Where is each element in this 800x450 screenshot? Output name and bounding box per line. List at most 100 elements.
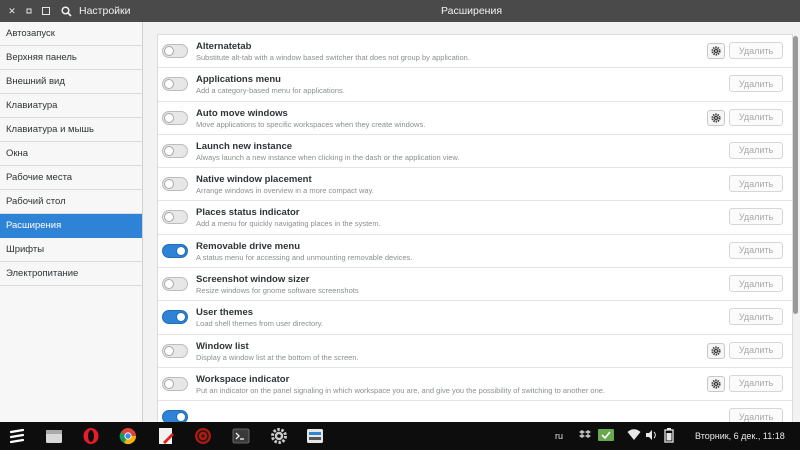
title-bar: ✕ Настройки Расширения [0, 0, 800, 22]
dropbox-icon[interactable] [578, 428, 592, 442]
extension-description: A status menu for accessing and unmounti… [196, 252, 413, 262]
extension-row: Places status indicator Add a menu for qu… [158, 201, 792, 235]
terminal-icon[interactable] [232, 427, 250, 445]
extension-toggle[interactable] [162, 77, 188, 92]
minimize-icon[interactable] [22, 4, 36, 18]
toggle-knob [164, 145, 174, 156]
toggle-knob [164, 378, 174, 389]
settings-gear-icon[interactable] [707, 342, 725, 359]
sidebar-item[interactable]: Внешний вид [0, 70, 142, 94]
battery-icon[interactable] [664, 428, 674, 443]
sidebar-item[interactable]: Клавиатура [0, 94, 142, 118]
extension-name: Places status indicator [196, 207, 300, 219]
extension-description: Move applications to specific workspaces… [196, 119, 426, 129]
extension-description: Put an indicator on the panel signaling … [196, 385, 605, 395]
extension-row: Native window placement Arrange windows i… [158, 168, 792, 202]
extension-toggle[interactable] [162, 376, 188, 391]
extension-row: Workspace indicator Put an indicator on t… [158, 368, 792, 402]
sidebar-item[interactable]: Верхняя панель [0, 46, 142, 70]
remove-button[interactable]: Удалить [729, 141, 783, 159]
sidebar-item[interactable]: Рабочий стол [0, 190, 142, 214]
remove-button[interactable]: Удалить [729, 108, 783, 126]
remove-button[interactable]: Удалить [729, 75, 783, 93]
toggle-knob [164, 345, 174, 356]
extension-toggle[interactable] [162, 143, 188, 158]
extension-name: Workspace indicator [196, 373, 290, 385]
menu-icon[interactable] [8, 427, 26, 445]
extension-description: Arrange windows in overview in a more co… [196, 186, 374, 196]
text-editor-icon[interactable] [157, 427, 175, 445]
toggle-knob [176, 412, 186, 422]
extension-toggle[interactable] [162, 110, 188, 125]
opera-icon[interactable] [82, 427, 100, 445]
extension-toggle[interactable] [162, 343, 188, 358]
toggle-knob [164, 179, 174, 190]
extension-toggle[interactable] [162, 310, 188, 325]
extension-toggle[interactable] [162, 277, 188, 292]
keyboard-layout[interactable]: ru [555, 422, 563, 450]
extension-toggle[interactable] [162, 243, 188, 258]
title-bar-left: ✕ Настройки [0, 0, 143, 22]
media-player-icon[interactable] [194, 427, 212, 445]
extension-name: Native window placement [196, 174, 312, 186]
toggle-knob [164, 279, 174, 290]
settings-gear-icon[interactable] [707, 375, 725, 392]
search-icon[interactable] [59, 4, 73, 18]
extension-description: Substitute alt-tab with a window based s… [196, 53, 470, 62]
extension-toggle[interactable] [162, 410, 188, 422]
toggle-knob [164, 212, 174, 223]
toggle-knob [164, 46, 174, 56]
update-manager-icon[interactable] [598, 428, 614, 442]
extension-row: Window list Display a window list at the … [158, 335, 792, 368]
extension-name: Auto move windows [196, 107, 288, 119]
volume-icon[interactable] [645, 429, 657, 441]
settings-gear-icon[interactable] [707, 43, 725, 59]
extension-name: Applications menu [196, 74, 281, 86]
maximize-icon[interactable] [39, 4, 53, 18]
remove-button[interactable]: Удалить [729, 241, 783, 259]
close-icon[interactable]: ✕ [5, 4, 19, 18]
extension-toggle[interactable] [162, 210, 188, 225]
sidebar-item[interactable]: Электропитание [0, 262, 142, 286]
extension-toggle[interactable] [162, 177, 188, 192]
clock[interactable]: Вторник, 6 дек., 11:18 [695, 422, 785, 450]
sidebar: Автозапуск Верхняя панель Внешний вид Клави… [0, 22, 143, 422]
sidebar-item[interactable]: Шрифты [0, 238, 142, 262]
wifi-icon[interactable] [627, 429, 641, 441]
remove-button[interactable]: Удалить [729, 275, 783, 293]
extension-description: Resize windows for gnome software screen… [196, 286, 359, 296]
page-title: Расширения [440, 5, 503, 17]
settings-gear-icon[interactable] [707, 109, 725, 126]
app-title: Настройки [79, 5, 131, 17]
extension-description: Display a window list at the bottom of t… [196, 352, 359, 362]
remove-button[interactable]: Удалить [729, 374, 783, 392]
sidebar-item[interactable]: Автозапуск [0, 22, 142, 46]
extension-description: Load shell themes from user directory. [196, 319, 323, 329]
settings-icon[interactable] [270, 427, 288, 445]
toggle-knob [164, 79, 174, 90]
extension-row: Удалить [158, 401, 792, 422]
software-manager-icon[interactable] [306, 427, 324, 445]
toggle-knob [176, 312, 186, 323]
remove-button[interactable]: Удалить [729, 341, 783, 359]
files-icon[interactable] [45, 427, 63, 445]
remove-button[interactable]: Удалить [729, 408, 783, 422]
extension-name: User themes [196, 307, 254, 319]
remove-button[interactable]: Удалить [729, 208, 783, 226]
toggle-knob [164, 112, 174, 123]
extension-name: Removable drive menu [196, 240, 301, 252]
extension-row: Removable drive menu A status menu for ac… [158, 235, 792, 269]
extension-name: Window list [196, 340, 249, 352]
remove-button[interactable]: Удалить [729, 175, 783, 193]
sidebar-item[interactable]: Клавиатура и мышь [0, 118, 142, 142]
extensions-panel: Alternatetab Substitute alt-tab with a wi… [143, 22, 800, 422]
sidebar-item[interactable]: Расширения [0, 214, 142, 238]
sidebar-item[interactable]: Рабочие места [0, 166, 142, 190]
chrome-icon[interactable] [119, 427, 137, 445]
extension-row: Launch new instance Always launch a new i… [158, 135, 792, 169]
extension-toggle[interactable] [162, 44, 188, 58]
scrollbar[interactable] [793, 36, 798, 314]
remove-button[interactable]: Удалить [729, 42, 783, 59]
remove-button[interactable]: Удалить [729, 308, 783, 326]
sidebar-item[interactable]: Окна [0, 142, 142, 166]
